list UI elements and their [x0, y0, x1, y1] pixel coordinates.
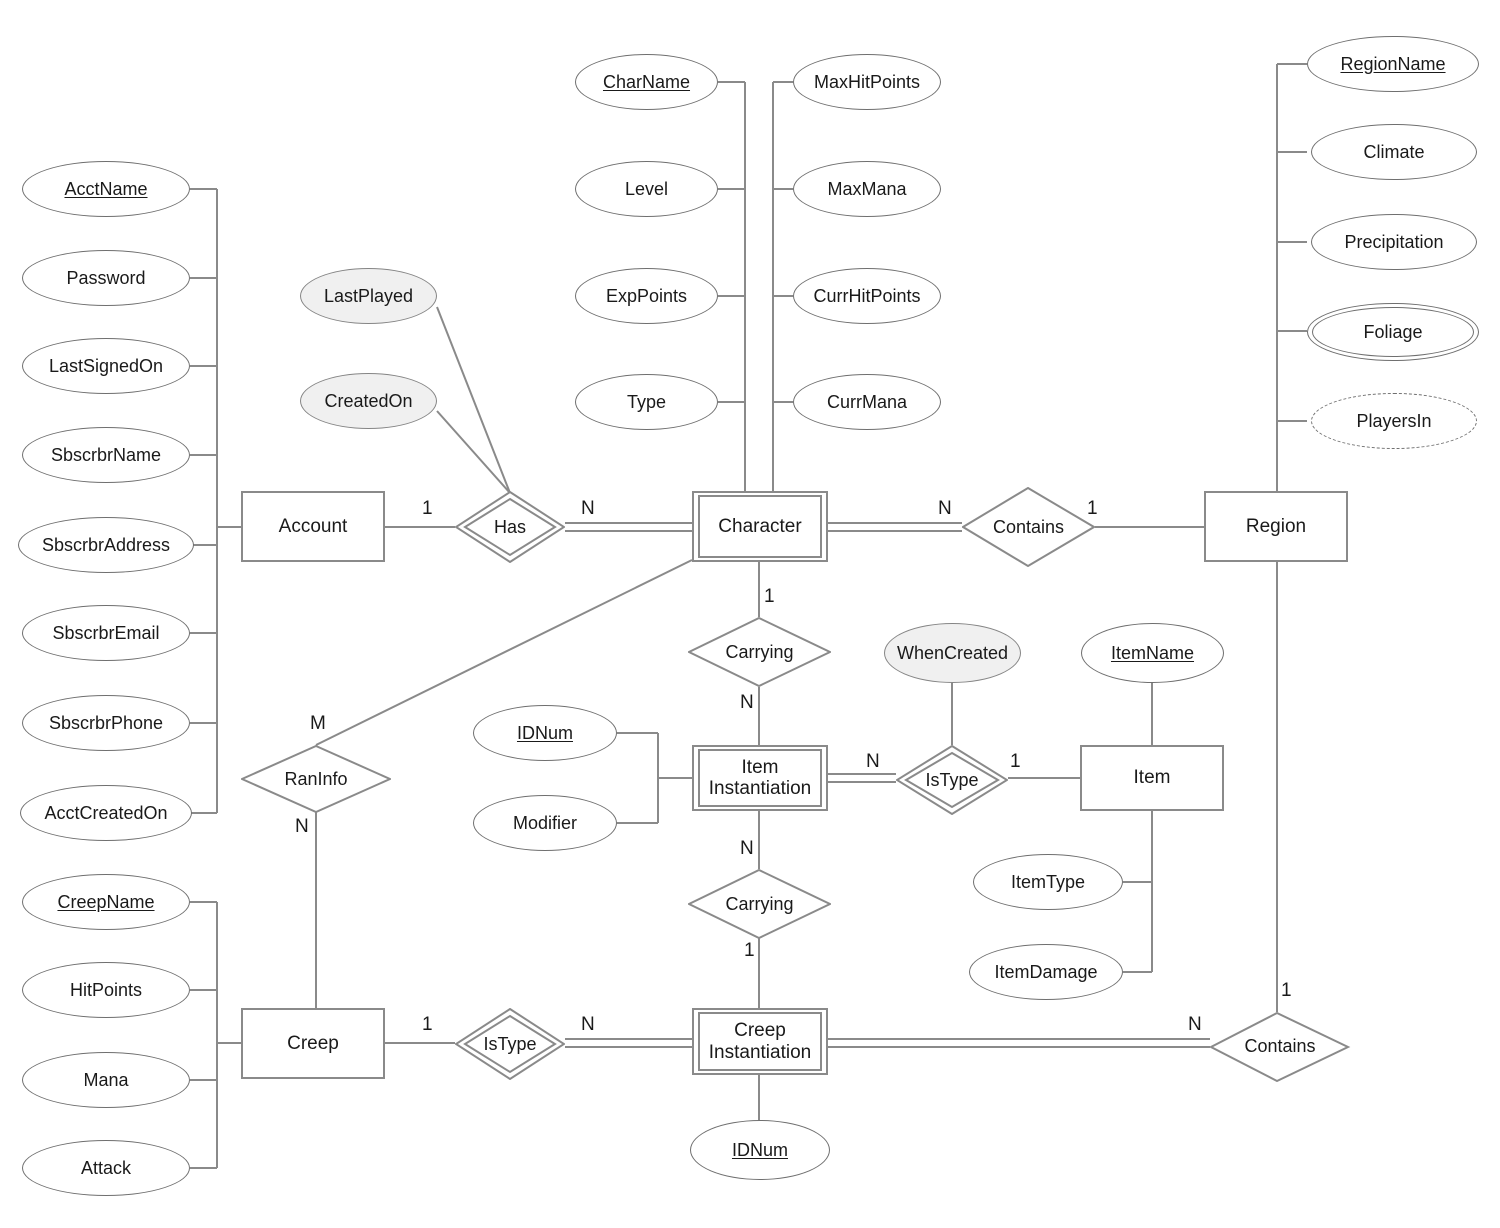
entity-account[interactable]: Account	[241, 491, 385, 562]
cardinality-creep-istype: 1	[422, 1014, 433, 1035]
entity-item-instantiation-inner: Item Instantiation	[698, 749, 822, 807]
attribute-sbscrbrphone[interactable]: SbscrbrPhone	[22, 695, 190, 751]
relationship-carrying-item-creep[interactable]: Carrying	[688, 869, 831, 939]
relationship-has[interactable]: Has	[455, 491, 565, 563]
attribute-hitpoints[interactable]: HitPoints	[22, 962, 190, 1018]
entity-creep[interactable]: Creep	[241, 1008, 385, 1079]
entity-creep-instantiation-weak[interactable]: Creep Instantiation	[692, 1008, 828, 1075]
attribute-creepname[interactable]: CreepName	[22, 874, 190, 930]
relationship-contains-character-region[interactable]: Contains	[962, 487, 1095, 567]
entity-character-weak[interactable]: Character	[692, 491, 828, 562]
entity-item-instantiation-weak[interactable]: Item Instantiation	[692, 745, 828, 811]
attribute-type[interactable]: Type	[575, 374, 718, 430]
attribute-acctname[interactable]: AcctName	[22, 161, 190, 217]
attribute-sbscrbremail[interactable]: SbscrbrEmail	[22, 605, 190, 661]
cardinality-carrying-item-inst: N	[740, 692, 754, 713]
attribute-itemtype[interactable]: ItemType	[973, 854, 1123, 910]
relationship-raninfo[interactable]: RanInfo	[241, 745, 391, 813]
cardinality-raninfo-m: M	[310, 713, 326, 734]
cardinality-creep-inst-contains: N	[1188, 1014, 1202, 1035]
cardinality-has-character: N	[581, 498, 595, 519]
attribute-currhitpoints[interactable]: CurrHitPoints	[793, 268, 941, 324]
attribute-lastsignedon[interactable]: LastSignedOn	[22, 338, 190, 394]
entity-item[interactable]: Item	[1080, 745, 1224, 811]
entity-region[interactable]: Region	[1204, 491, 1348, 562]
attribute-sbscrbraddress[interactable]: SbscrbrAddress	[18, 517, 194, 573]
attribute-maxhitpoints[interactable]: MaxHitPoints	[793, 54, 941, 110]
cardinality-istype-creep-inst: N	[581, 1014, 595, 1035]
attribute-idnum-item[interactable]: IDNum	[473, 705, 617, 761]
attribute-password[interactable]: Password	[22, 250, 190, 306]
attribute-currmana[interactable]: CurrMana	[793, 374, 941, 430]
attribute-foliage-multivalued[interactable]: Foliage	[1307, 303, 1479, 361]
attribute-playersin-derived[interactable]: PlayersIn	[1311, 393, 1477, 449]
attribute-itemdamage[interactable]: ItemDamage	[969, 944, 1123, 1000]
relationship-contains-creep-region[interactable]: Contains	[1210, 1012, 1360, 1082]
cardinality-account-has: 1	[422, 498, 433, 519]
attribute-level[interactable]: Level	[575, 161, 718, 217]
cardinality-contains-region: 1	[1087, 498, 1098, 519]
attribute-exppoints[interactable]: ExpPoints	[575, 268, 718, 324]
attribute-foliage-inner-ellipse: Foliage	[1312, 307, 1474, 357]
attribute-lastplayed[interactable]: LastPlayed	[300, 268, 437, 324]
attribute-mana[interactable]: Mana	[22, 1052, 190, 1108]
attribute-idnum-creep[interactable]: IDNum	[690, 1120, 830, 1180]
relationship-istype-creep[interactable]: IsType	[455, 1008, 565, 1080]
er-diagram-canvas: AcctName Password LastSignedOn SbscrbrNa…	[0, 0, 1500, 1228]
cardinality-carrying-creep-inst: 1	[744, 940, 755, 961]
attribute-modifier[interactable]: Modifier	[473, 795, 617, 851]
attribute-charname[interactable]: CharName	[575, 54, 718, 110]
entity-creep-instantiation-inner: Creep Instantiation	[698, 1012, 822, 1071]
attribute-itemname[interactable]: ItemName	[1081, 623, 1224, 683]
cardinality-istype-item: 1	[1010, 751, 1021, 772]
cardinality-character-contains: N	[938, 498, 952, 519]
attribute-climate[interactable]: Climate	[1311, 124, 1477, 180]
attribute-maxmana[interactable]: MaxMana	[793, 161, 941, 217]
attribute-sbscrbrname[interactable]: SbscrbrName	[22, 427, 190, 483]
attribute-attack[interactable]: Attack	[22, 1140, 190, 1196]
cardinality-region-contains: 1	[1281, 980, 1292, 1001]
cardinality-item-inst-istype: N	[866, 751, 880, 772]
attribute-acctcreatedon[interactable]: AcctCreatedOn	[20, 785, 192, 841]
cardinality-raninfo-n: N	[295, 816, 309, 837]
entity-character-inner: Character	[698, 495, 822, 558]
attribute-regionname[interactable]: RegionName	[1307, 36, 1479, 92]
attribute-precipitation[interactable]: Precipitation	[1311, 214, 1477, 270]
relationship-carrying-character-item[interactable]: Carrying	[688, 617, 831, 687]
cardinality-character-carrying: 1	[764, 586, 775, 607]
attribute-whencreated[interactable]: WhenCreated	[884, 623, 1021, 683]
relationship-istype-item[interactable]: IsType	[896, 745, 1008, 815]
cardinality-item-inst-carrying: N	[740, 838, 754, 859]
attribute-createdon[interactable]: CreatedOn	[300, 373, 437, 429]
